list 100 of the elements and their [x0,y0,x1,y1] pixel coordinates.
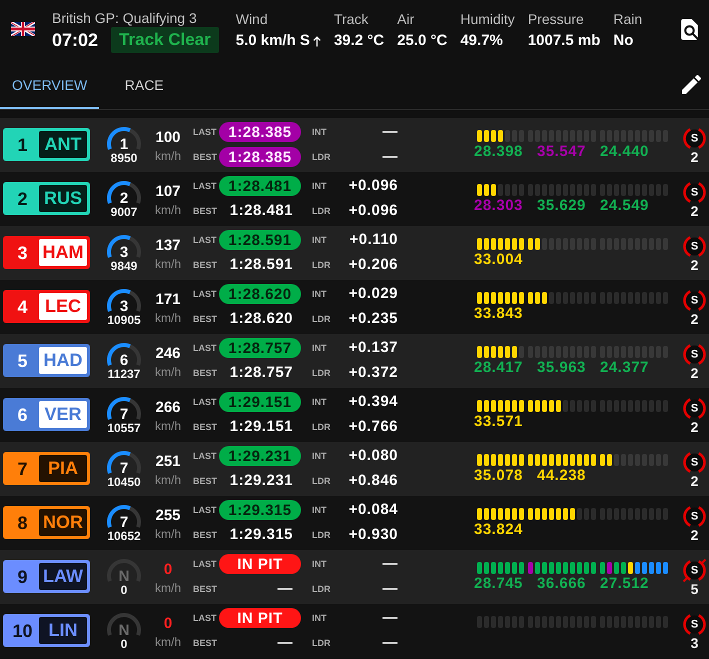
last-label: LAST [193,127,216,137]
tab[interactable]: RACE [99,60,190,109]
interval-label: INT [312,181,326,191]
sector-segment [498,346,503,358]
sector-segment [477,184,482,196]
interval-gap: — [382,555,398,573]
sector-segment [535,292,540,304]
sector-segment [584,508,589,520]
sector-segment [491,184,496,196]
flag-icon [11,22,35,36]
weather-label: Track [334,11,368,28]
sector-segment [491,508,496,520]
weather-label: Wind [236,11,268,28]
sector-segment [628,508,633,520]
sector-segment [577,508,582,520]
arrow-up-icon [312,36,321,46]
weather-value: 5.0 km/h S [236,32,310,50]
sector-segment [614,616,619,628]
leader-label: LDR [312,638,330,648]
leader-gap: — [382,634,398,652]
sector-segment [635,616,640,628]
sector-time: 28.398 [474,144,523,160]
sector-segment [649,562,654,574]
sector-segment [600,400,605,412]
sector-segment [628,562,633,574]
best-lap-time: 1:29.231 [230,472,293,490]
tyre-laps: 2 [690,151,698,164]
sector-segment [642,400,647,412]
sector-segment [584,562,589,574]
sector-segment [570,184,575,196]
interval-gap: +0.110 [350,231,398,249]
sector-time: 33.824 [474,522,523,538]
sector-segment [607,400,612,412]
sector-segment [649,184,654,196]
sector-segment [628,400,633,412]
driver-code: LEC [39,293,87,320]
sector-segment [477,616,482,628]
last-label: LAST [193,181,216,191]
sector-segment [649,292,654,304]
sector-segment [591,508,596,520]
interval-gap: — [382,609,398,627]
gear-number: 3 [120,299,128,315]
document-search-icon[interactable] [681,19,698,40]
speed-value: 266 [155,400,181,416]
sector-segment [519,238,524,250]
gear-number: 3 [120,245,128,261]
sector-segment [505,616,510,628]
sector-segment [621,400,626,412]
speed-unit: km/h [154,581,181,595]
gear-number: N [118,623,130,639]
driver-code: HAM [39,239,87,266]
sector-segment [498,562,503,574]
sector-time: 35.963 [537,360,586,376]
sector-segment [484,292,489,304]
best-lap-time: 1:28.481 [230,202,293,220]
sector-segment [498,184,503,196]
speed-value: 0 [164,616,172,632]
sector-segment [498,508,503,520]
rpm-value: 10450 [107,476,141,488]
sector-segment [519,400,524,412]
tyre-compound: S [690,133,698,144]
position-number: 2 [17,188,28,208]
sector-segment [663,508,668,520]
sector-segment [591,184,596,196]
leader-label: LDR [312,476,330,486]
sector-segment [519,508,524,520]
driver-code: LAW [39,563,87,590]
best-lap-time: 1:29.151 [230,418,293,436]
sector-segment [549,400,554,412]
speed-value: 171 [155,292,181,308]
sector-segment [512,184,517,196]
sector-segment [484,454,489,466]
sector-segment [549,508,554,520]
weather-label: Humidity [460,11,515,28]
pencil-icon[interactable] [682,75,701,94]
sector-segment [491,292,496,304]
sector-segment [542,454,547,466]
sector-segment [607,508,612,520]
sector-time: 28.417 [474,360,523,376]
tab[interactable]: OVERVIEW [0,60,100,109]
sector-segment [656,400,661,412]
sector-segment [584,184,589,196]
sector-segment [570,562,575,574]
interval-label: INT [312,343,326,353]
best-label: BEST [193,206,218,216]
interval-gap: +0.084 [348,501,398,519]
sector-segment [491,616,496,628]
sector-segment [498,454,503,466]
sector-segment [570,292,575,304]
gear-number: 1 [120,137,128,153]
last-lap-time: 1:29.231 [219,446,301,466]
sector-segment [591,292,596,304]
driver-code: NOR [39,509,87,536]
sector-segment [600,292,605,304]
sector-segment [600,616,605,628]
sector-segment [519,454,524,466]
speed-unit: km/h [154,527,181,541]
sector-segment [498,292,503,304]
driver-code: VER [39,401,87,428]
interval-gap: +0.137 [348,339,398,357]
